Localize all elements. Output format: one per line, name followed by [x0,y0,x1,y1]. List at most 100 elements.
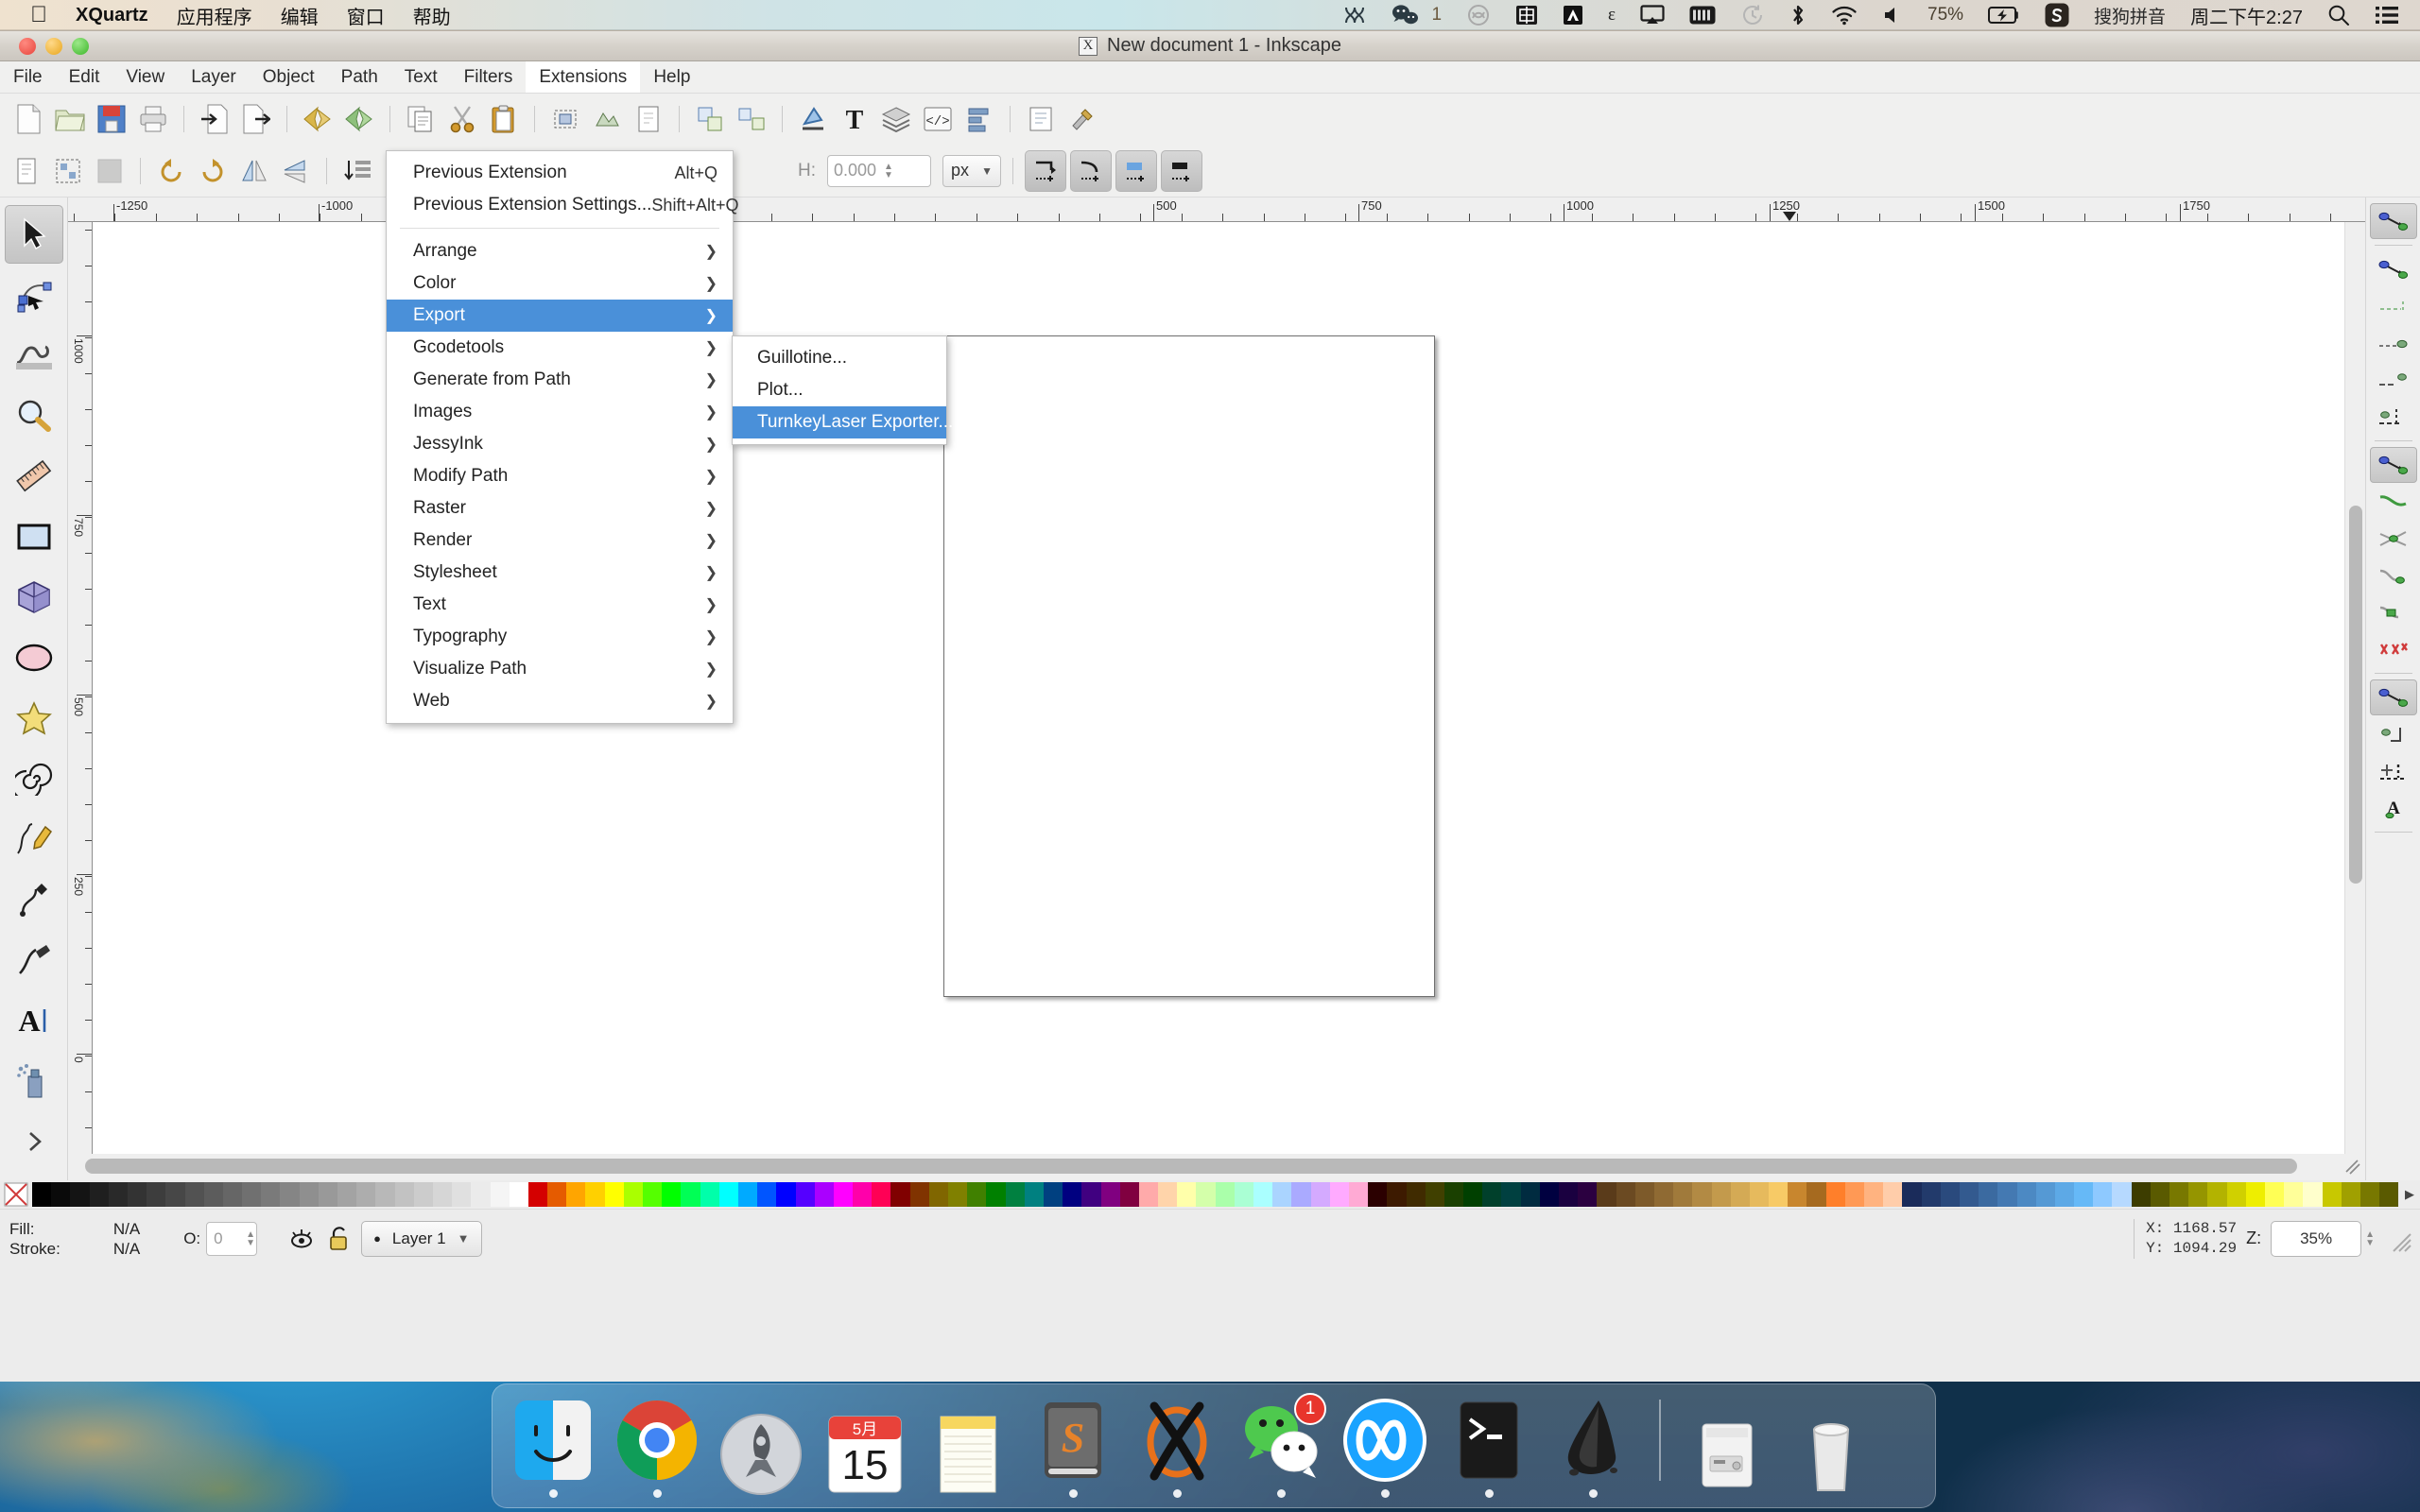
import-icon[interactable] [196,100,233,138]
palette-swatch[interactable] [1081,1182,1101,1207]
palette-swatch[interactable] [280,1182,300,1207]
extensions-menu-item-images[interactable]: Images ❯ [387,396,733,428]
tweak-tool[interactable] [5,326,63,385]
palette-swatch[interactable] [2016,1182,2036,1207]
palette-swatch[interactable] [1634,1182,1654,1207]
zoom-input[interactable]: 35% [2271,1220,2362,1257]
palette-swatch[interactable] [1272,1182,1292,1207]
palette-swatch[interactable] [527,1182,548,1207]
node-tool[interactable] [5,266,63,324]
palette-swatch[interactable] [70,1182,90,1207]
palette-swatch[interactable] [2284,1182,2304,1207]
palette-swatch[interactable] [1806,1182,1826,1207]
palette-swatch[interactable] [1883,1182,1903,1207]
vertical-ruler[interactable]: 1000 750 500 250 0 [68,222,93,1154]
palette-swatch[interactable] [1291,1182,1311,1207]
document-properties-icon[interactable] [1022,100,1060,138]
palette-swatch[interactable] [1196,1182,1216,1207]
palette-swatch[interactable] [299,1182,319,1207]
fill-stroke-icon[interactable] [794,100,832,138]
palette-swatch[interactable] [2112,1182,2132,1207]
pencil-tool[interactable] [5,810,63,868]
palette-swatch[interactable] [89,1182,109,1207]
extensions-menu-item-color[interactable]: Color ❯ [387,267,733,300]
control-center-icon[interactable] [2375,5,2399,26]
paste-icon[interactable] [485,100,523,138]
calligraphy-tool[interactable] [5,931,63,989]
group-icon[interactable] [691,100,729,138]
no-color-swatch[interactable] [4,1182,28,1207]
palette-swatch[interactable] [718,1182,738,1207]
palette-swatch[interactable] [1959,1182,1979,1207]
palette-swatch[interactable] [2188,1182,2208,1207]
wechat-icon[interactable] [1392,4,1420,26]
layer-selector[interactable]: ● Layer 1 ▼ [361,1220,482,1257]
spray-tool[interactable] [5,1052,63,1110]
palette-swatch[interactable] [1997,1182,2017,1207]
palette-swatch[interactable] [318,1182,337,1207]
zoom-stepper[interactable]: ▲ ▼ [2365,1229,2375,1247]
menu-edit[interactable]: Edit [56,61,113,93]
extensions-menu-item-previous-extension-settings[interactable]: Previous Extension Settings... Shift+Alt+… [387,189,738,221]
align-icon[interactable] [960,100,998,138]
palette-swatch[interactable] [1482,1182,1502,1207]
palette-swatch[interactable] [147,1182,166,1207]
palette-swatch[interactable] [1979,1182,1998,1207]
cut-icon[interactable] [443,100,481,138]
palette-swatch[interactable] [356,1182,376,1207]
unit-select[interactable]: px ▼ [942,154,1001,187]
palette-swatch[interactable] [547,1182,567,1207]
palette-swatch[interactable] [1730,1182,1750,1207]
snap-object-center-icon[interactable] [2370,716,2417,752]
palette-swatch[interactable] [2207,1182,2227,1207]
snap-smooth-node-icon[interactable] [2370,594,2417,630]
palette-swatch[interactable] [1921,1182,1941,1207]
menu-object[interactable]: Object [250,61,328,93]
palette-swatch[interactable] [1711,1182,1731,1207]
extensions-menu-item-previous-extension[interactable]: Previous Extension Alt+Q [387,157,733,189]
deselect-icon[interactable] [91,152,129,190]
preferences-icon[interactable] [1063,100,1101,138]
spotlight-search-icon[interactable] [2327,4,2350,26]
palette-swatch[interactable] [1578,1182,1598,1207]
palette-swatch[interactable] [1348,1182,1369,1207]
palette-swatch[interactable] [1788,1182,1807,1207]
palette-swatch[interactable] [1559,1182,1579,1207]
extensions-menu-item-web[interactable]: Web ❯ [387,685,733,717]
extensions-menu-item-raster[interactable]: Raster ❯ [387,492,733,524]
height-stepper[interactable]: ▲ ▼ [884,162,893,180]
palette-swatch[interactable] [1100,1182,1120,1207]
affect-rounded-corners-icon[interactable] [1070,149,1112,192]
snap-text-baseline-icon[interactable]: A [2370,790,2417,826]
palette-swatch[interactable] [1310,1182,1330,1207]
menu-text[interactable]: Text [391,61,451,93]
palette-swatch[interactable] [2169,1182,2189,1207]
wifi-icon[interactable] [1831,5,1858,26]
palette-swatch[interactable] [2131,1182,2151,1207]
dock-item-xquartz[interactable] [1132,1394,1222,1498]
window-title-bar[interactable]: X New document 1 - Inkscape [0,31,2420,61]
dock-item-chrome[interactable] [612,1394,702,1498]
extensions-menu-item-stylesheet[interactable]: Stylesheet ❯ [387,557,733,589]
palette-swatch[interactable] [2245,1182,2265,1207]
vertical-scrollbar-thumb[interactable] [2349,506,2362,884]
palette-swatch[interactable] [1215,1182,1235,1207]
extensions-menu-item-render[interactable]: Render ❯ [387,524,733,557]
palette-swatch[interactable] [413,1182,433,1207]
snap-rotation-center-icon[interactable] [2370,753,2417,789]
dropbox-icon[interactable] [1342,4,1367,26]
palette-swatch[interactable] [2226,1182,2246,1207]
chinese-input-icon[interactable] [1515,4,1538,26]
opacity-stepper[interactable]: ▲ ▼ [246,1229,255,1247]
palette-swatch[interactable] [2322,1182,2342,1207]
palette-swatch[interactable] [1692,1182,1712,1207]
extensions-menu-item-text[interactable]: Text ❯ [387,589,733,621]
ungroup-icon[interactable] [733,100,770,138]
dock-item-trash[interactable] [1786,1394,1876,1498]
creative-cloud-icon[interactable] [1466,4,1491,26]
clock-label[interactable]: 周二下午2:27 [2190,2,2303,29]
extensions-menu-item-export[interactable]: Export ❯ [387,300,733,332]
palette-swatch[interactable] [2303,1182,2323,1207]
palette-swatch[interactable] [1024,1182,1044,1207]
height-input[interactable]: 0.000 ▲ ▼ [827,154,931,187]
